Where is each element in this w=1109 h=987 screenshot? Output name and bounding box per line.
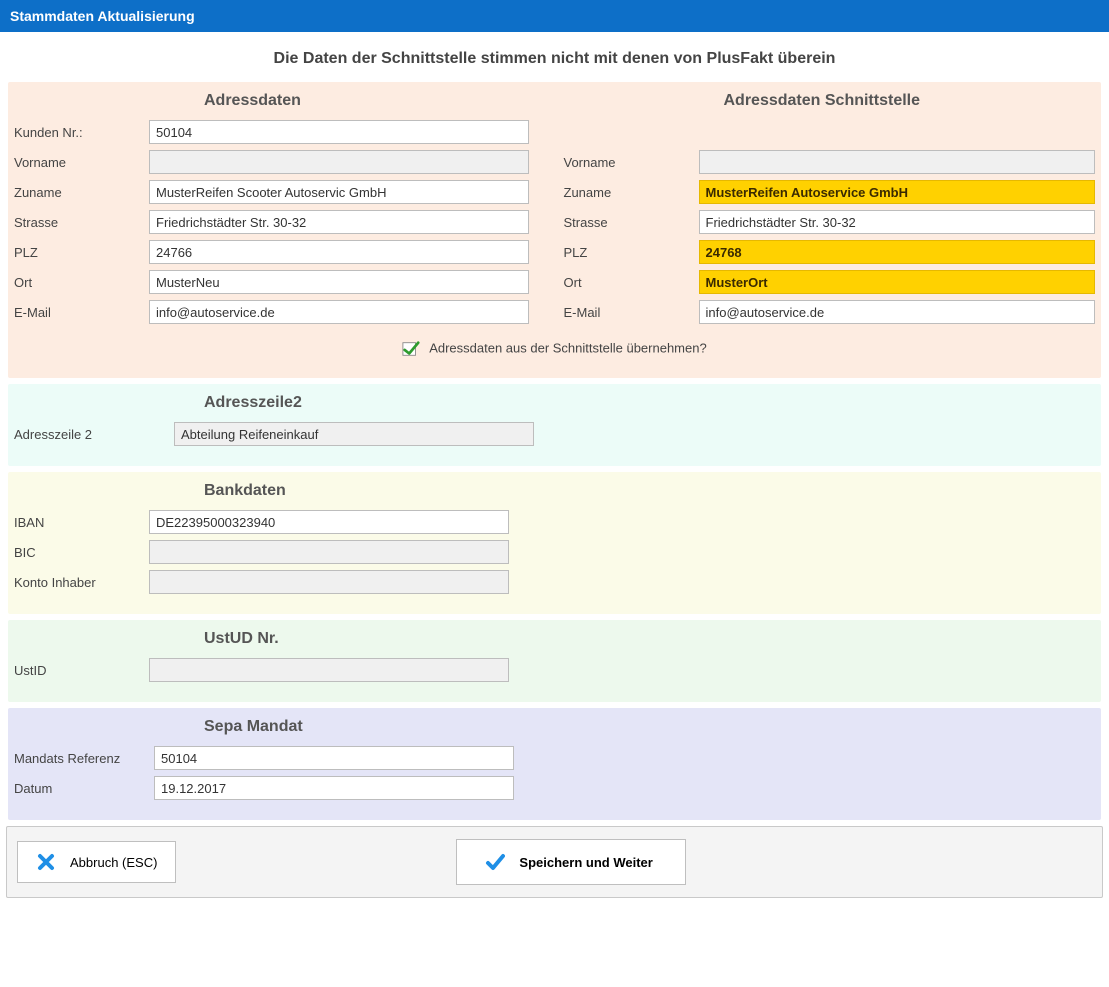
label-zuname-right: Zuname bbox=[564, 185, 699, 200]
label-ort-left: Ort bbox=[14, 275, 149, 290]
label-strasse-left: Strasse bbox=[14, 215, 149, 230]
section-bank: Bankdaten IBAN BIC Konto Inhaber bbox=[8, 472, 1101, 614]
input-sepa-datum[interactable] bbox=[154, 776, 514, 800]
section-address: Adressdaten Kunden Nr.: Vorname Zuname S… bbox=[8, 82, 1101, 378]
label-sepa-ref: Mandats Referenz bbox=[14, 751, 154, 766]
label-address2: Adresszeile 2 bbox=[14, 427, 174, 442]
sepa-heading: Sepa Mandat bbox=[204, 714, 1095, 746]
dialog-footer: Abbruch (ESC) Speichern und Weiter bbox=[6, 826, 1103, 898]
input-zuname-right[interactable] bbox=[699, 180, 1096, 204]
input-kontoinhaber[interactable] bbox=[149, 570, 509, 594]
label-kundennr: Kunden Nr.: bbox=[14, 125, 149, 140]
mismatch-heading: Die Daten der Schnittstelle stimmen nich… bbox=[6, 38, 1103, 76]
label-email-right: E-Mail bbox=[564, 305, 699, 320]
address-heading-right: Adressdaten Schnittstelle bbox=[724, 88, 1096, 120]
label-zuname-left: Zuname bbox=[14, 185, 149, 200]
label-plz-left: PLZ bbox=[14, 245, 149, 260]
label-kontoinhaber: Konto Inhaber bbox=[14, 575, 149, 590]
checkbox-apply-address-label: Adressdaten aus der Schnittstelle überne… bbox=[429, 340, 707, 355]
input-email-right[interactable] bbox=[699, 300, 1096, 324]
input-plz-right[interactable] bbox=[699, 240, 1096, 264]
input-email-left[interactable] bbox=[149, 300, 529, 324]
label-vorname-right: Vorname bbox=[564, 155, 699, 170]
cancel-button-label: Abbruch (ESC) bbox=[70, 855, 157, 870]
input-plz-left[interactable] bbox=[149, 240, 529, 264]
window-title: Stammdaten Aktualisierung bbox=[0, 0, 1109, 32]
input-kundennr[interactable] bbox=[149, 120, 529, 144]
input-bic[interactable] bbox=[149, 540, 509, 564]
address2-heading: Adresszeile2 bbox=[204, 390, 1095, 422]
label-email-left: E-Mail bbox=[14, 305, 149, 320]
label-sepa-datum: Datum bbox=[14, 781, 154, 796]
label-ort-right: Ort bbox=[564, 275, 699, 290]
input-sepa-ref[interactable] bbox=[154, 746, 514, 770]
input-vorname-left[interactable] bbox=[149, 150, 529, 174]
input-vorname-right[interactable] bbox=[699, 150, 1096, 174]
input-address2[interactable] bbox=[174, 422, 534, 446]
input-iban[interactable] bbox=[149, 510, 509, 534]
section-ustid: UstUD Nr. UstID bbox=[8, 620, 1101, 702]
cancel-button[interactable]: Abbruch (ESC) bbox=[17, 841, 176, 883]
ust-heading: UstUD Nr. bbox=[204, 626, 1095, 658]
label-ustid: UstID bbox=[14, 663, 149, 678]
section-sepa: Sepa Mandat Mandats Referenz Datum bbox=[8, 708, 1101, 820]
label-bic: BIC bbox=[14, 545, 149, 560]
section-address2: Adresszeile2 Adresszeile 2 bbox=[8, 384, 1101, 466]
input-zuname-left[interactable] bbox=[149, 180, 529, 204]
bank-heading: Bankdaten bbox=[204, 478, 1095, 510]
input-ort-right[interactable] bbox=[699, 270, 1096, 294]
save-button[interactable]: Speichern und Weiter bbox=[456, 839, 686, 885]
cancel-icon bbox=[36, 852, 56, 872]
label-strasse-right: Strasse bbox=[564, 215, 699, 230]
address-heading-left: Adressdaten bbox=[204, 88, 546, 120]
input-ustid[interactable] bbox=[149, 658, 509, 682]
input-strasse-right[interactable] bbox=[699, 210, 1096, 234]
checkbox-apply-address[interactable] bbox=[402, 340, 420, 358]
save-button-label: Speichern und Weiter bbox=[519, 855, 652, 870]
label-plz-right: PLZ bbox=[564, 245, 699, 260]
check-icon bbox=[485, 852, 505, 872]
label-iban: IBAN bbox=[14, 515, 149, 530]
input-ort-left[interactable] bbox=[149, 270, 529, 294]
label-vorname-left: Vorname bbox=[14, 155, 149, 170]
input-strasse-left[interactable] bbox=[149, 210, 529, 234]
